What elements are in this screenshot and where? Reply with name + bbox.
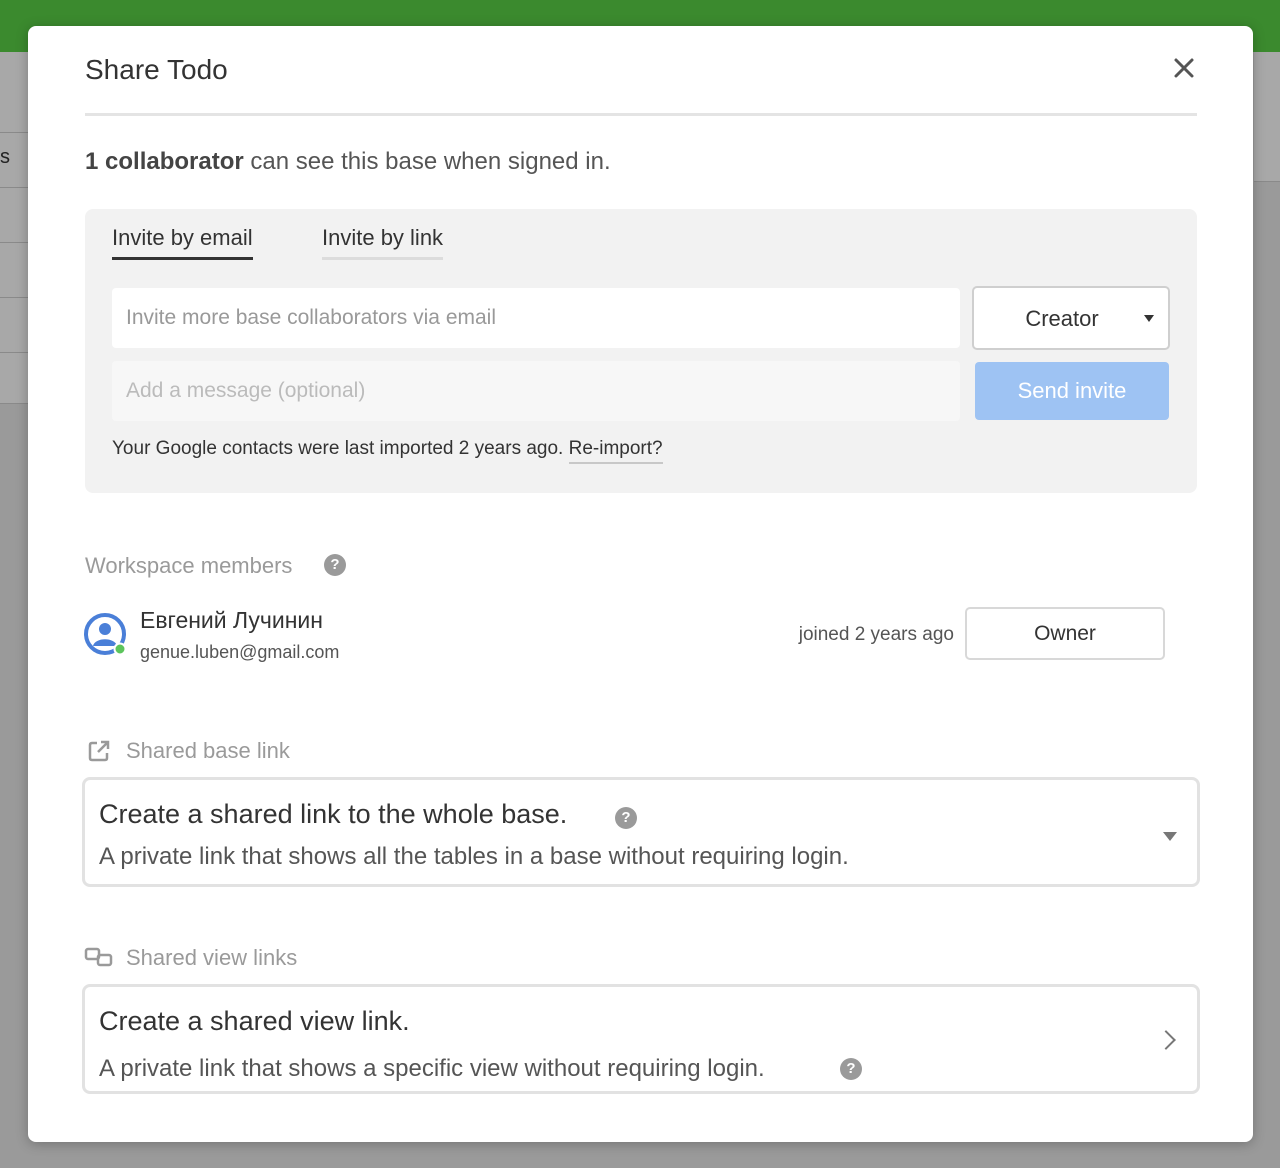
reimport-link[interactable]: Re-import? — [568, 438, 663, 464]
shared-base-link-card[interactable]: Create a shared link to the whole base. … — [82, 777, 1200, 887]
help-icon[interactable]: ? — [324, 554, 346, 576]
chevron-right-icon — [1156, 1030, 1176, 1050]
avatar — [84, 613, 127, 656]
linked-views-icon — [84, 947, 113, 967]
tab-invite-by-link[interactable]: Invite by link — [322, 225, 444, 260]
shared-base-link-description: A private link that shows all the tables… — [99, 843, 849, 870]
help-icon[interactable]: ? — [840, 1058, 862, 1080]
member-joined-date: joined 2 years ago — [798, 624, 954, 645]
invite-email-input[interactable] — [112, 288, 960, 348]
shared-view-link-card[interactable]: Create a shared view link. A private lin… — [82, 984, 1200, 1094]
collaborator-summary: 1 collaborator can see this base when si… — [85, 148, 611, 176]
close-icon — [1174, 58, 1194, 78]
collaborator-count: 1 collaborator — [85, 148, 244, 175]
background-grid-fragment — [0, 52, 28, 404]
title-divider — [85, 113, 1197, 116]
role-select-value: Creator — [1025, 306, 1099, 331]
caret-down-icon — [1163, 832, 1177, 841]
member-email: genue.luben@gmail.com — [140, 642, 340, 662]
shared-view-links-label: Shared view links — [126, 945, 298, 970]
invite-panel: Invite by email Invite by link Creator S… — [85, 209, 1197, 493]
contacts-note-text: Your Google contacts were last imported … — [112, 438, 564, 459]
role-select[interactable]: Creator — [972, 286, 1170, 350]
shared-view-link-description: A private link that shows a specific vie… — [99, 1055, 765, 1082]
background-text-fragment: s — [0, 146, 10, 168]
summary-text: can see this base when signed in. — [243, 148, 611, 175]
external-link-icon — [88, 740, 110, 762]
shared-base-link-label: Shared base link — [126, 738, 290, 763]
member-role-button[interactable]: Owner — [965, 607, 1165, 660]
send-invite-button[interactable]: Send invite — [975, 362, 1169, 420]
caret-down-icon — [1144, 315, 1154, 322]
shared-view-link-title: Create a shared view link. — [99, 1006, 410, 1036]
shared-base-link-title: Create a shared link to the whole base. — [99, 799, 568, 829]
close-button[interactable] — [1168, 52, 1200, 84]
share-dialog: Share Todo 1 collaborator can see this b… — [28, 26, 1253, 1142]
user-avatar-icon — [84, 613, 127, 656]
contacts-import-note: Your Google contacts were last imported … — [112, 438, 663, 464]
workspace-members-label: Workspace members — [85, 553, 293, 578]
tab-invite-by-email[interactable]: Invite by email — [112, 225, 253, 260]
dialog-title: Share Todo — [85, 54, 228, 85]
help-icon[interactable]: ? — [615, 807, 637, 829]
member-name: Евгений Лучинин — [140, 607, 323, 633]
invite-message-input[interactable] — [112, 361, 960, 421]
background-right-fragment — [1254, 52, 1280, 182]
